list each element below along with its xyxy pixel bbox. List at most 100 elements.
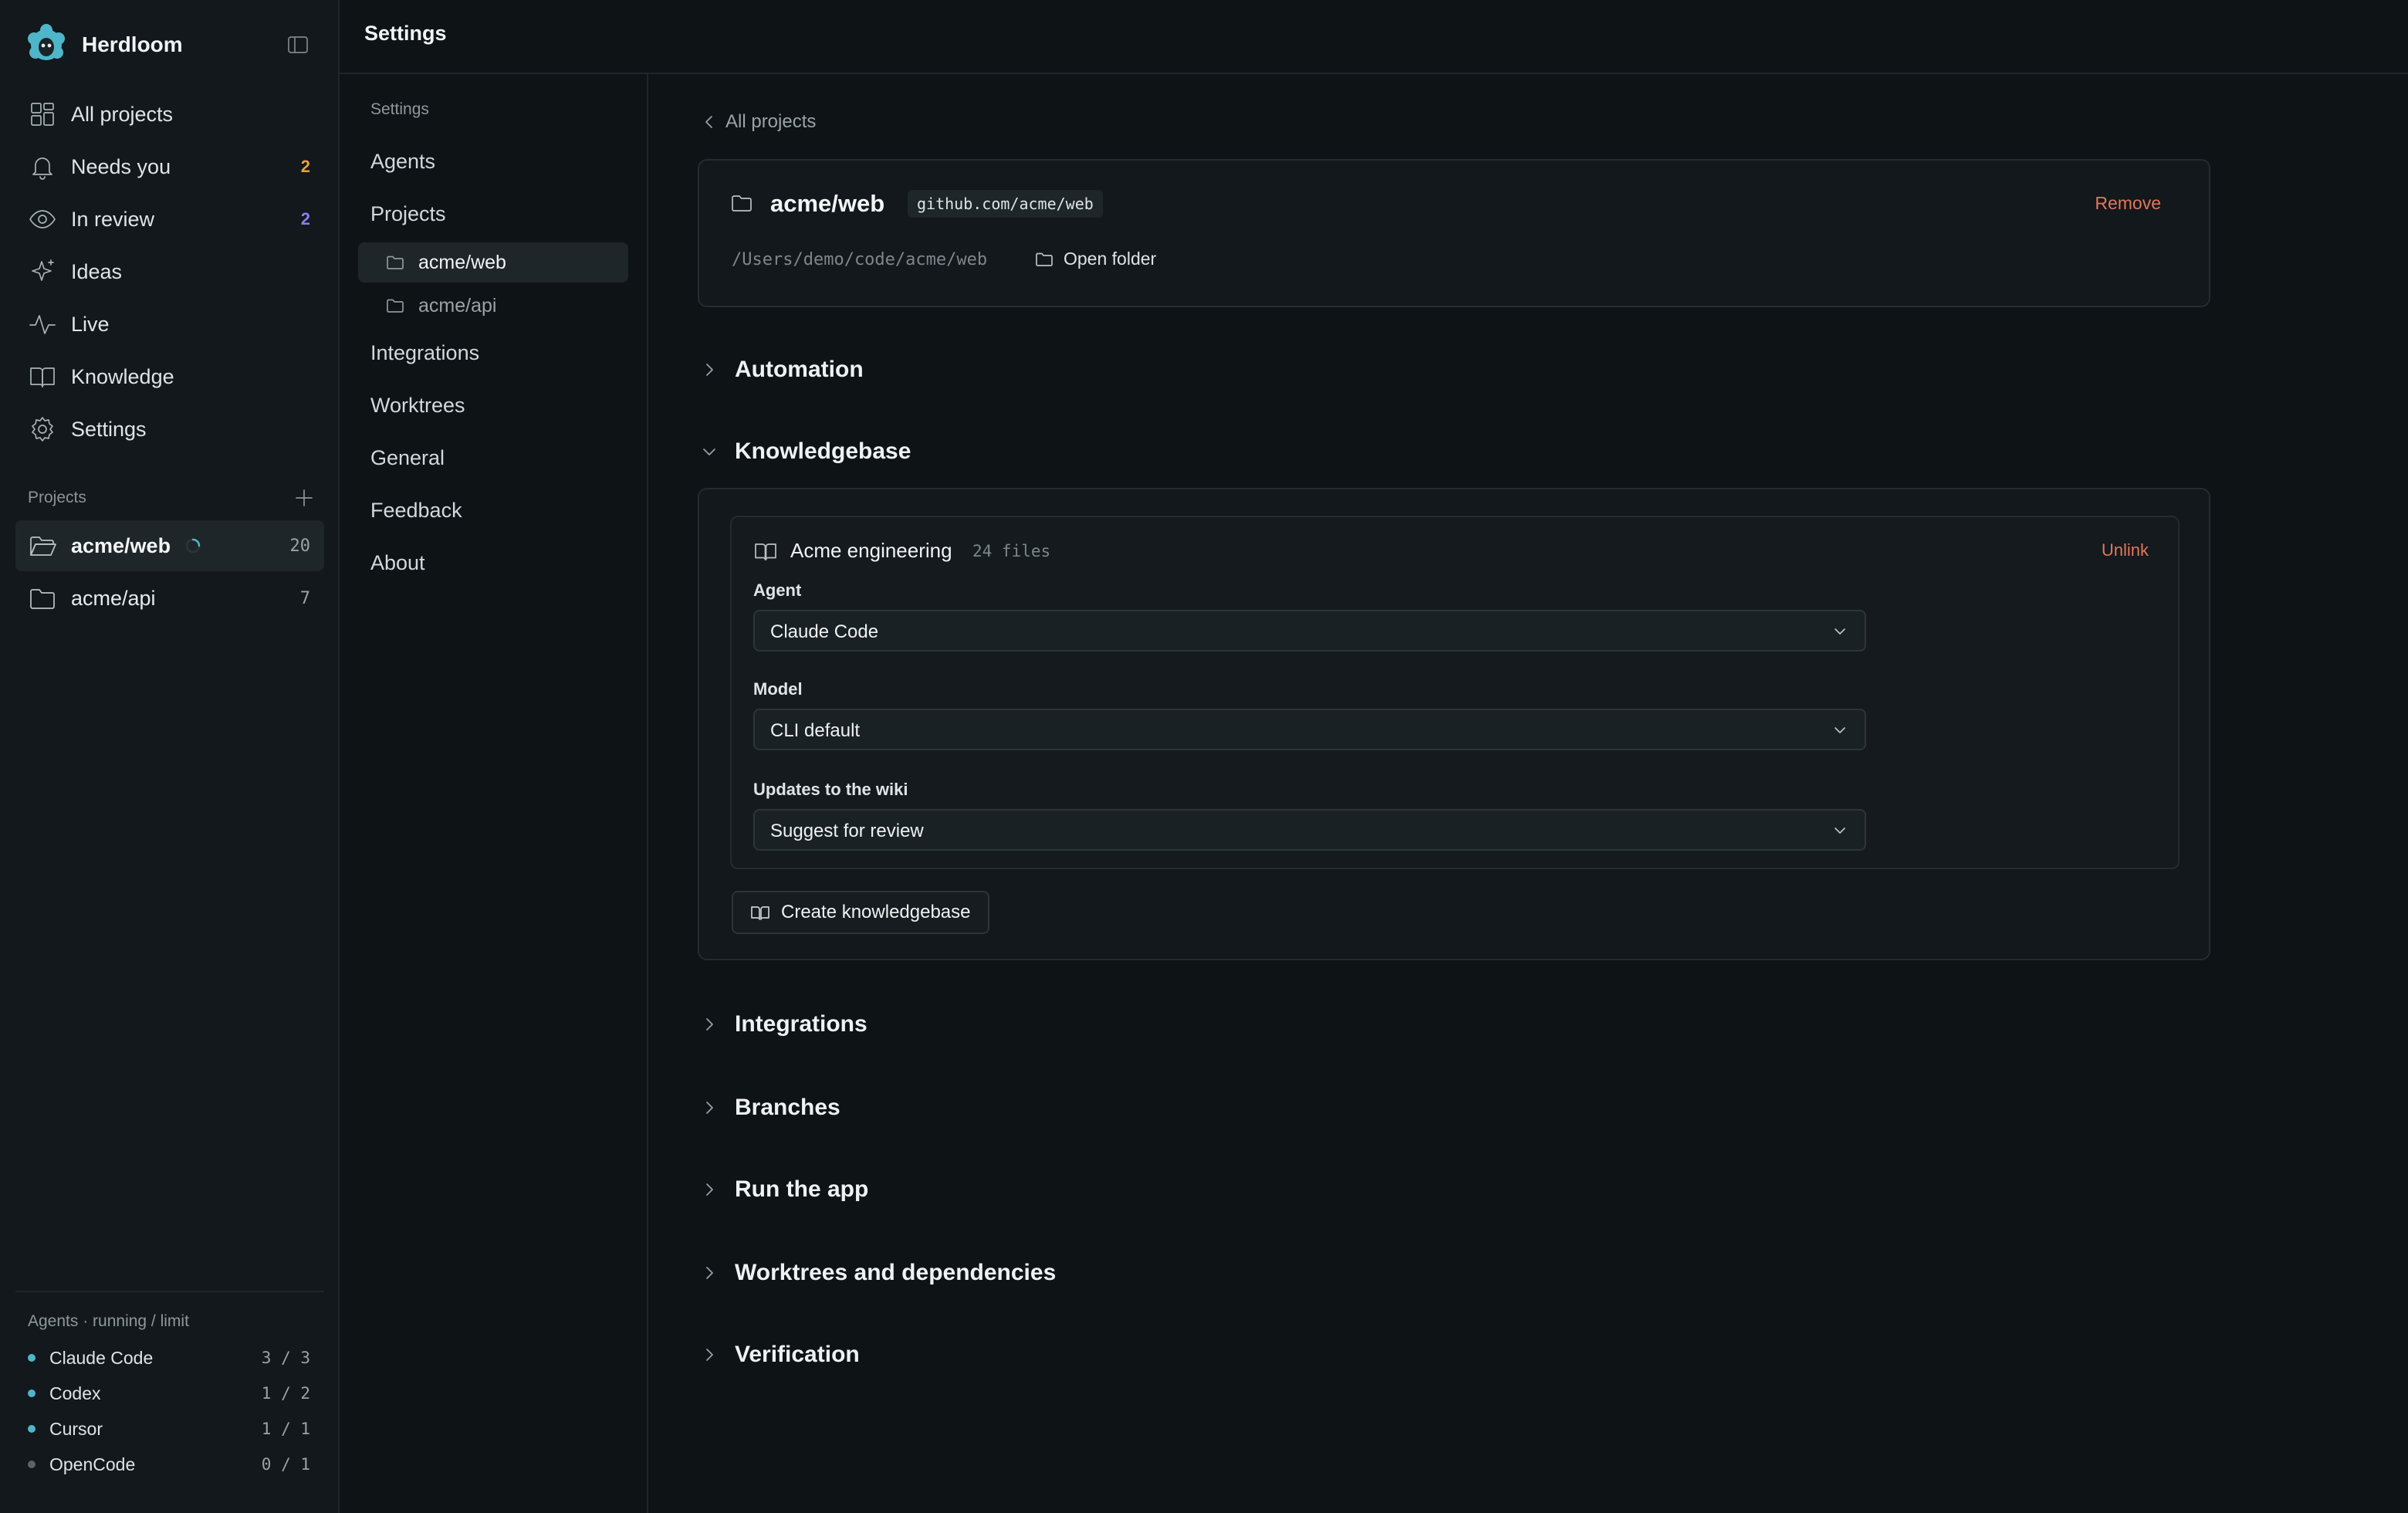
settings-nav-worktrees[interactable]: Worktrees [370, 394, 465, 418]
agent-ratio: 1 / 2 [261, 1384, 310, 1403]
open-folder-button[interactable]: Open folder [1034, 249, 1156, 269]
settings-nav-feedback[interactable]: Feedback [370, 499, 462, 523]
agent-row[interactable]: Codex 1 / 2 [15, 1376, 324, 1411]
repo-url: github.com/acme/web [908, 190, 1103, 218]
app-sidebar: Herdloom All projects Needs you 2 In rev… [0, 0, 340, 1513]
agent-select[interactable]: Claude Code [753, 610, 1866, 652]
nav-settings[interactable]: Settings [15, 403, 324, 455]
agent-ratio: 3 / 3 [261, 1349, 310, 1367]
chevron-right-icon [706, 364, 713, 376]
settings-project-name: acme/api [418, 294, 497, 316]
create-knowledgebase-label: Create knowledgebase [781, 902, 971, 922]
settings-project-name: acme/web [418, 251, 506, 273]
project-count: 7 [299, 588, 310, 608]
grid-icon [31, 103, 54, 126]
settings-project-acme-api[interactable]: acme/api [358, 286, 628, 326]
agent-row[interactable]: OpenCode 0 / 1 [15, 1447, 324, 1482]
settings-nav: Settings Agents Projects acme/web acme/a… [340, 74, 648, 1513]
agent-label: Agent [753, 580, 802, 600]
nav-label: Live [71, 312, 110, 336]
project-name: acme/web [71, 533, 171, 557]
repo-card: acme/web github.com/acme/web Remove /Use… [698, 159, 2210, 307]
brand[interactable]: Herdloom [25, 23, 183, 66]
activity-icon [29, 315, 56, 334]
project-item-acme-web[interactable]: acme/web 20 [15, 520, 324, 571]
repo-name: acme/web [770, 190, 885, 217]
book-icon [755, 543, 776, 560]
updates-select-value: Suggest for review [770, 821, 924, 841]
settings-content: All projects acme/web github.com/acme/we… [650, 74, 2408, 1513]
chevron-down-icon [1835, 828, 1845, 834]
unlink-button[interactable]: Unlink [2102, 540, 2149, 560]
settings-nav-integrations[interactable]: Integrations [370, 341, 479, 365]
remove-button[interactable]: Remove [2095, 193, 2161, 214]
project-item-acme-api[interactable]: acme/api 7 [15, 573, 324, 624]
section-worktrees-dependencies[interactable]: Worktrees and dependencies [698, 1254, 1056, 1292]
section-title: Automation [735, 357, 864, 382]
section-automation[interactable]: Automation [698, 350, 864, 389]
folder-icon [732, 195, 752, 212]
settings-nav-projects[interactable]: Projects [370, 202, 446, 226]
agent-name: OpenCode [49, 1454, 136, 1474]
page-header: Settings [340, 0, 2408, 74]
chevron-right-icon [706, 1349, 713, 1361]
agent-name: Codex [49, 1383, 101, 1403]
back-link[interactable]: All projects [699, 111, 816, 133]
section-verification[interactable]: Verification [698, 1335, 860, 1374]
updates-label: Updates to the wiki [753, 780, 908, 799]
settings-nav-general[interactable]: General [370, 446, 445, 470]
settings-nav-agents[interactable]: Agents [370, 150, 435, 174]
nav-in-review[interactable]: In review 2 [15, 193, 324, 245]
model-select[interactable]: CLI default [753, 709, 1866, 750]
status-dot [28, 1354, 36, 1362]
create-knowledgebase-button[interactable]: Create knowledgebase [732, 891, 989, 934]
projects-heading: Projects [28, 489, 86, 506]
nav-all-projects[interactable]: All projects [15, 88, 324, 140]
status-dot [28, 1425, 36, 1433]
project-count: 20 [289, 536, 311, 556]
nav-label: Knowledge [71, 364, 174, 388]
folder-icon [1036, 252, 1053, 266]
updates-select[interactable]: Suggest for review [753, 809, 1866, 851]
section-run-the-app[interactable]: Run the app [698, 1170, 868, 1209]
gear-icon [32, 417, 53, 442]
folder-icon [30, 589, 55, 609]
page-title: Settings [364, 22, 447, 45]
settings-project-acme-web[interactable]: acme/web [358, 242, 628, 283]
settings-nav-about[interactable]: About [370, 551, 425, 575]
section-integrations[interactable]: Integrations [698, 1005, 867, 1044]
sidebar-toggle-icon[interactable] [287, 36, 309, 54]
nav-knowledge[interactable]: Knowledge [15, 350, 324, 403]
repo-path: /Users/demo/code/acme/web [732, 250, 988, 269]
model-select-value: CLI default [770, 720, 861, 741]
project-list: acme/web 20 acme/api 7 [15, 520, 324, 625]
book-icon [30, 367, 55, 388]
agent-ratio: 1 / 1 [261, 1420, 310, 1438]
chevron-left-icon [705, 116, 712, 128]
agents-panel: Agents · running / limit Claude Code 3 /… [15, 1291, 324, 1482]
bell-icon [32, 157, 52, 180]
section-branches[interactable]: Branches [698, 1088, 840, 1127]
model-label: Model [753, 679, 803, 699]
projects-header: Projects [28, 486, 315, 509]
knowledgebase-name: Acme engineering [790, 539, 952, 562]
sheep-logo-icon [28, 24, 65, 60]
knowledgebase-card: Acme engineering 24 files Unlink Agent C… [698, 488, 2210, 960]
sparkle-icon [32, 259, 54, 281]
eye-icon [29, 210, 56, 228]
nav-live[interactable]: Live [15, 298, 324, 350]
chevron-right-icon [706, 1183, 713, 1196]
nav-needs-you[interactable]: Needs you 2 [15, 140, 324, 193]
agent-row[interactable]: Cursor 1 / 1 [15, 1411, 324, 1447]
agent-row[interactable]: Claude Code 3 / 3 [15, 1340, 324, 1376]
nav-ideas[interactable]: Ideas [15, 245, 324, 298]
folder-icon [387, 256, 404, 269]
add-project-icon[interactable] [293, 487, 315, 509]
book-icon [751, 906, 769, 920]
agent-select-value: Claude Code [770, 621, 879, 642]
section-knowledgebase[interactable]: Knowledgebase [698, 432, 911, 471]
agents-title: Agents · running / limit [28, 1312, 189, 1330]
agent-name: Cursor [49, 1418, 103, 1439]
main-nav: All projects Needs you 2 In review 2 Ide… [15, 88, 324, 455]
project-name: acme/api [71, 586, 156, 610]
